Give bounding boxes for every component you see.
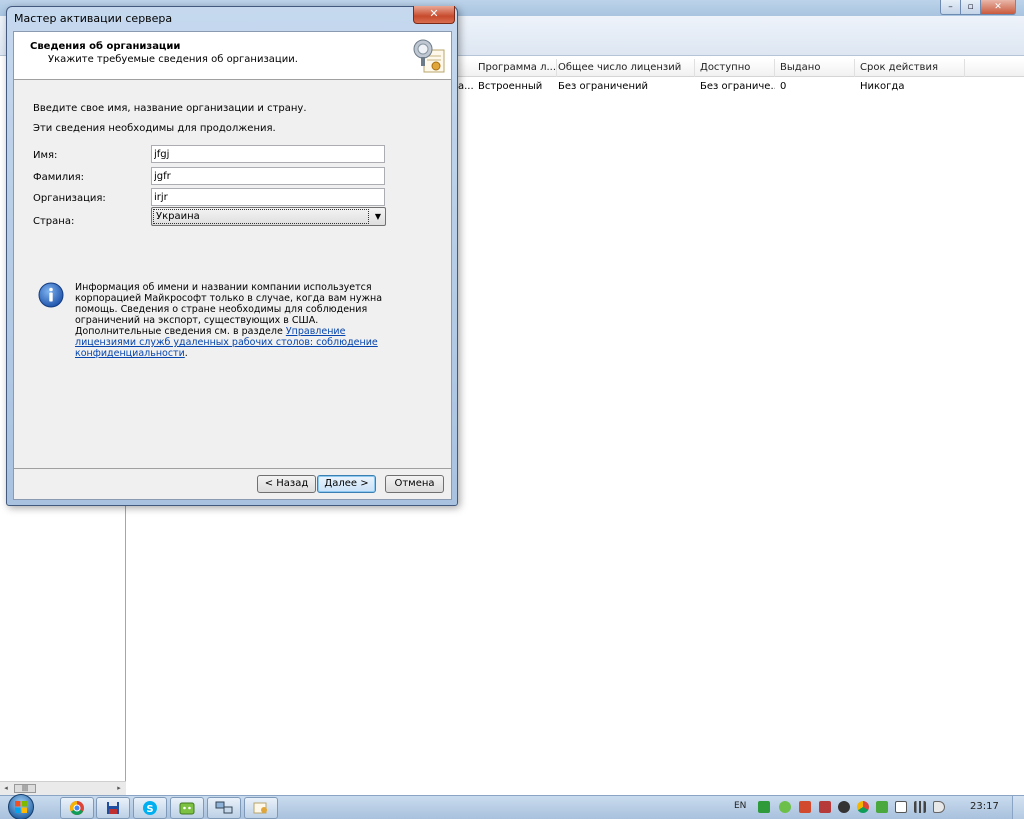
taskbar-save-button[interactable] [96, 797, 130, 819]
tray-chrome-icon[interactable] [857, 801, 869, 813]
network-computers-icon [215, 801, 233, 814]
taskbar-skype-button[interactable]: S [133, 797, 167, 819]
dropdown-arrow-icon[interactable]: ▼ [372, 209, 384, 224]
table-cell: Без ограниче... [700, 81, 775, 92]
taskbar: S EN 23:17 [0, 793, 1024, 819]
back-button[interactable]: < Назад [257, 475, 316, 493]
skype-icon: S [143, 801, 157, 815]
start-button-icon[interactable] [6, 793, 36, 819]
column-header[interactable]: Общее число лицензий [553, 59, 695, 77]
intro-text: Введите свое имя, название организации и… [33, 103, 307, 114]
table-cell: Никогда [860, 81, 905, 92]
cancel-button[interactable]: Отмена [385, 475, 444, 493]
privacy-info-tail: . [184, 348, 188, 359]
tray-flag-icon[interactable] [819, 801, 831, 813]
last-name-input[interactable] [151, 167, 385, 185]
tray-disc-icon[interactable] [838, 801, 850, 813]
dialog-close-button[interactable]: ✕ [413, 6, 455, 24]
svg-text:S: S [146, 804, 153, 815]
required-note: Эти сведения необходимы для продолжения. [33, 123, 276, 134]
column-header[interactable]: Срок действия [855, 59, 965, 77]
maximize-button[interactable]: ▫ [960, 0, 981, 15]
column-header[interactable]: Доступно [695, 59, 775, 77]
wifi-signal-icon[interactable] [914, 801, 926, 813]
dialog-client-area: Сведения об организации Укажите требуемы… [13, 31, 452, 500]
last-name-label: Фамилия: [33, 172, 85, 183]
organization-input[interactable] [151, 188, 385, 206]
tray-app-icon[interactable] [758, 801, 770, 813]
column-header[interactable]: Выдано [775, 59, 855, 77]
floppy-disk-icon [107, 802, 119, 814]
wizard-step-title: Сведения об организации [30, 41, 181, 52]
table-cell: 0 [780, 81, 787, 92]
scroll-thumb[interactable]: ||| [14, 784, 36, 793]
first-name-input[interactable] [151, 145, 385, 163]
tray-shield-icon[interactable] [876, 801, 888, 813]
taskbar-wizard-button[interactable] [244, 797, 278, 819]
chrome-icon [70, 801, 84, 815]
country-selected-value: Украина [153, 209, 369, 224]
table-cell: Без ограничений [558, 81, 648, 92]
volume-icon[interactable] [933, 801, 945, 813]
input-language-indicator[interactable]: EN [734, 801, 746, 811]
dialog-title: Мастер активации сервера [14, 12, 173, 25]
wizard-step-description: Укажите требуемые сведения об организаци… [48, 54, 298, 65]
next-button[interactable]: Далее > [317, 475, 376, 493]
wizard-header: Сведения об организации Укажите требуемы… [14, 32, 451, 80]
action-center-flag-icon[interactable] [895, 801, 907, 813]
tray-check-icon[interactable] [779, 801, 791, 813]
first-name-label: Имя: [33, 150, 58, 161]
column-header[interactable]: Программа л... [473, 59, 557, 77]
taskbar-app-button[interactable] [170, 797, 204, 819]
info-icon [38, 282, 64, 308]
android-app-icon [179, 802, 195, 815]
system-clock[interactable]: 23:17 [970, 801, 999, 812]
close-button[interactable]: ✕ [980, 0, 1016, 15]
country-dropdown[interactable]: Украина ▼ [151, 207, 386, 226]
certificate-icon [413, 39, 445, 73]
server-activation-wizard: Мастер активации сервера ✕ Сведения об о… [6, 6, 458, 506]
scroll-right-arrow-icon[interactable]: ▸ [113, 782, 125, 795]
taskbar-chrome-button[interactable] [60, 797, 94, 819]
privacy-info-text: Информация об имени и названии компании … [75, 282, 405, 359]
table-cell: Встроенный [478, 81, 543, 92]
taskbar-network-button[interactable] [207, 797, 241, 819]
country-label: Страна: [33, 216, 75, 227]
minimize-button[interactable]: – [940, 0, 961, 15]
show-desktop-button[interactable] [1012, 796, 1024, 819]
footer-divider [14, 468, 451, 469]
tray-tool-icon[interactable] [799, 801, 811, 813]
organization-label: Организация: [33, 193, 106, 204]
certificate-icon [253, 802, 267, 814]
